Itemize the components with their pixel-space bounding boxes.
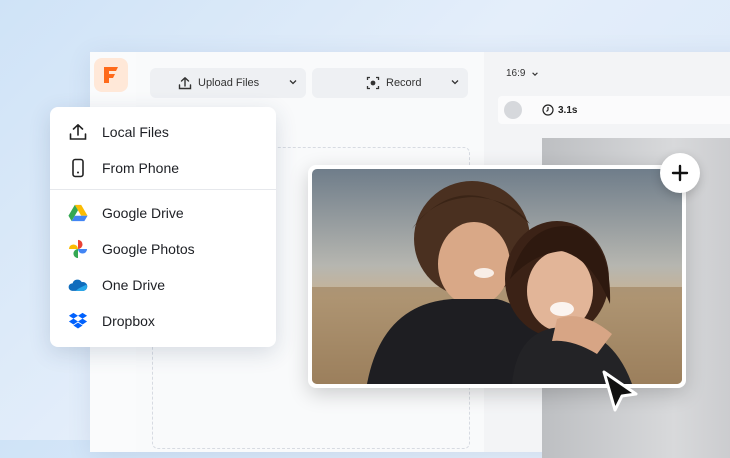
menu-item-one-drive[interactable]: One Drive [50,268,276,302]
menu-item-label: From Phone [102,160,180,176]
duration-display: 3.1s [542,104,577,116]
aspect-ratio-select[interactable]: 16:9 [506,68,539,79]
record-button[interactable]: Record [312,68,468,98]
menu-item-label: One Drive [102,277,166,293]
app-logo[interactable] [94,58,128,92]
upload-files-label: Upload Files [198,77,260,89]
aspect-ratio-value: 16:9 [506,68,526,79]
onedrive-icon [68,275,88,295]
menu-item-local-files[interactable]: Local Files [50,115,276,149]
dropbox-icon [68,311,88,331]
timeline-bar: 3.1s [498,96,730,124]
uploaded-photo-card[interactable] [308,165,686,388]
menu-item-label: Google Drive [102,205,184,221]
menu-item-label: Google Photos [102,241,195,257]
menu-item-from-phone[interactable]: From Phone [50,151,276,185]
upload-icon [68,122,88,142]
clock-icon [542,104,554,116]
chevron-down-icon[interactable] [450,77,460,87]
photo-illustration [312,169,682,384]
logo-icon [104,67,118,83]
menu-item-label: Dropbox [102,313,155,329]
plus-icon [671,164,689,182]
mouse-cursor-icon [600,370,640,419]
menu-item-google-drive[interactable]: Google Drive [50,196,276,230]
upload-files-label-wrap: Upload Files [178,76,259,90]
record-label-wrap: Record [366,76,421,90]
record-label: Record [386,77,422,89]
upload-files-button[interactable]: Upload Files [150,68,306,98]
menu-item-dropbox[interactable]: Dropbox [50,304,276,338]
uploaded-photo [312,169,682,384]
duration-value: 3.1s [558,104,578,116]
chevron-down-icon[interactable] [288,77,298,87]
menu-divider [50,189,276,190]
record-icon [366,76,380,90]
timeline-thumb[interactable] [504,101,522,119]
google-photos-icon [68,239,88,259]
menu-item-google-photos[interactable]: Google Photos [50,232,276,266]
chevron-down-icon [532,71,539,76]
menu-item-label: Local Files [102,124,169,140]
phone-icon [68,158,88,178]
google-drive-icon [68,203,88,223]
upload-icon [178,77,192,90]
upload-source-menu: Local Files From Phone Google Drive Goog… [50,107,276,347]
add-media-button[interactable] [660,153,700,193]
